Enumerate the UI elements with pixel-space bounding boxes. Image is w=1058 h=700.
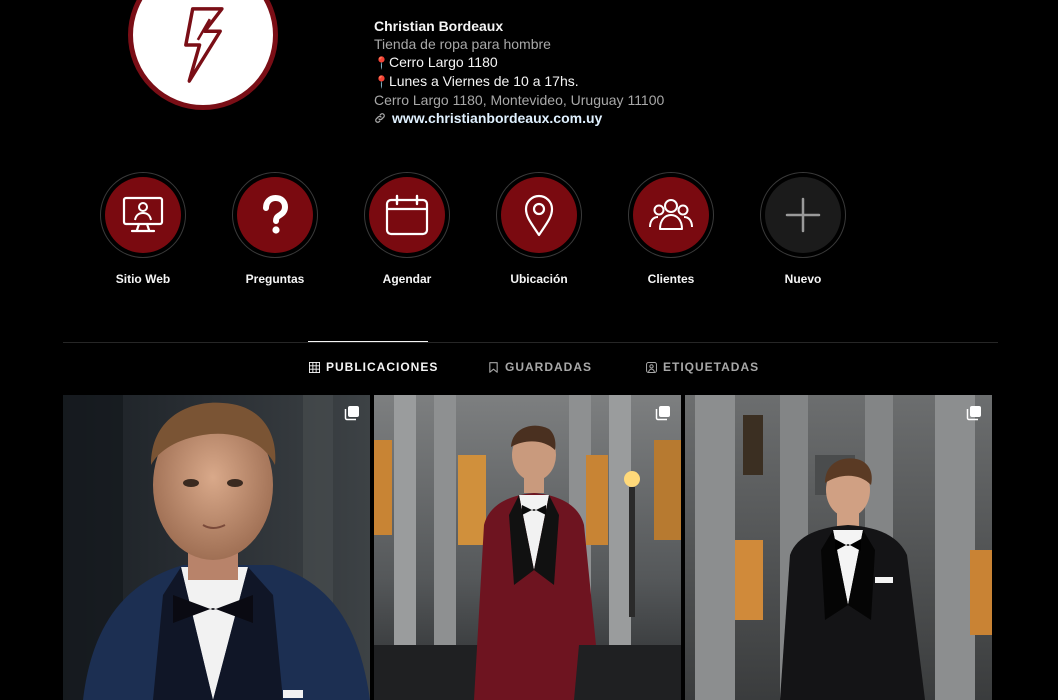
highlight-sitio-web[interactable]: Sitio Web: [100, 172, 186, 286]
highlight-label: Clientes: [647, 272, 695, 286]
highlight-nuevo[interactable]: Nuevo: [760, 172, 846, 286]
pin-icon: 📍: [374, 56, 389, 70]
tab-guardadas[interactable]: GUARDADAS: [488, 360, 592, 374]
highlight-label: Nuevo: [784, 272, 822, 286]
profile-full-address[interactable]: Cerro Largo 1180, Montevideo, Uruguay 11…: [374, 91, 664, 109]
highlight-ring: [364, 172, 450, 258]
highlight-cover: [633, 177, 709, 253]
tagged-user-icon: [646, 361, 657, 373]
bio-hours-text: Lunes a Viernes de 10 a 17hs.: [388, 73, 579, 89]
profile-page: Christian Bordeaux Tienda de ropa para h…: [0, 0, 1058, 700]
pin-icon: 📍: [374, 75, 389, 89]
tab-label: PUBLICACIONES: [326, 360, 439, 374]
profile-avatar[interactable]: [128, 0, 278, 110]
bio-hours-line: 📍Lunes a Viernes de 10 a 17hs.: [374, 72, 664, 91]
post-thumbnail[interactable]: [685, 395, 992, 700]
highlight-ubicacion[interactable]: Ubicación: [496, 172, 582, 286]
highlight-cover: [501, 177, 577, 253]
highlight-ring: [232, 172, 318, 258]
posts-grid: [63, 395, 992, 700]
tab-etiquetadas[interactable]: ETIQUETADAS: [646, 360, 759, 374]
calendar-icon: [385, 194, 429, 236]
profile-bio: Christian Bordeaux Tienda de ropa para h…: [374, 17, 664, 127]
active-tab-indicator: [308, 341, 428, 342]
post-image: [374, 395, 681, 700]
tab-publicaciones[interactable]: PUBLICACIONES: [309, 360, 438, 374]
multiple-photos-icon: [655, 406, 670, 421]
profile-website-link[interactable]: www.christianbordeaux.com.uy: [374, 109, 664, 127]
multiple-photos-icon: [966, 406, 981, 421]
post-thumbnail[interactable]: [374, 395, 681, 700]
highlight-cover: [237, 177, 313, 253]
story-highlights: Sitio Web Preguntas Agendar Ubicación Cl…: [100, 172, 846, 286]
tab-label: GUARDADAS: [505, 360, 592, 374]
profile-category: Tienda de ropa para hombre: [374, 36, 551, 52]
post-thumbnail[interactable]: [63, 395, 370, 700]
highlight-label: Ubicación: [510, 272, 568, 286]
link-icon: [375, 113, 385, 123]
profile-name: Christian Bordeaux: [374, 18, 504, 34]
post-image: [63, 395, 370, 700]
group-icon: [649, 199, 693, 230]
highlight-ring: [628, 172, 714, 258]
tab-label: ETIQUETADAS: [663, 360, 760, 374]
post-image: [685, 395, 992, 700]
tabs-divider: [63, 342, 998, 343]
website-text: www.christianbordeaux.com.uy: [392, 110, 603, 126]
highlight-cover: [765, 177, 841, 253]
question-mark-icon: [263, 194, 289, 234]
highlight-preguntas[interactable]: Preguntas: [232, 172, 318, 286]
bio-address-text: Cerro Largo 1180: [388, 54, 498, 70]
bookmark-icon: [489, 361, 498, 373]
highlight-agendar[interactable]: Agendar: [364, 172, 450, 286]
highlight-cover: [369, 177, 445, 253]
bio-address-line: 📍Cerro Largo 1180: [374, 53, 664, 72]
plus-icon: [785, 197, 821, 233]
highlight-clientes[interactable]: Clientes: [628, 172, 714, 286]
highlight-label: Sitio Web: [115, 272, 171, 286]
location-pin-icon: [524, 194, 554, 237]
highlight-label: Preguntas: [245, 272, 305, 286]
highlight-cover: [105, 177, 181, 253]
highlight-ring: [760, 172, 846, 258]
computer-user-icon: [122, 196, 164, 233]
multiple-photos-icon: [344, 406, 359, 421]
brand-logo-icon: [184, 7, 224, 83]
highlight-ring: [100, 172, 186, 258]
grid-icon: [309, 361, 320, 373]
highlight-label: Agendar: [382, 272, 432, 286]
highlight-ring: [496, 172, 582, 258]
